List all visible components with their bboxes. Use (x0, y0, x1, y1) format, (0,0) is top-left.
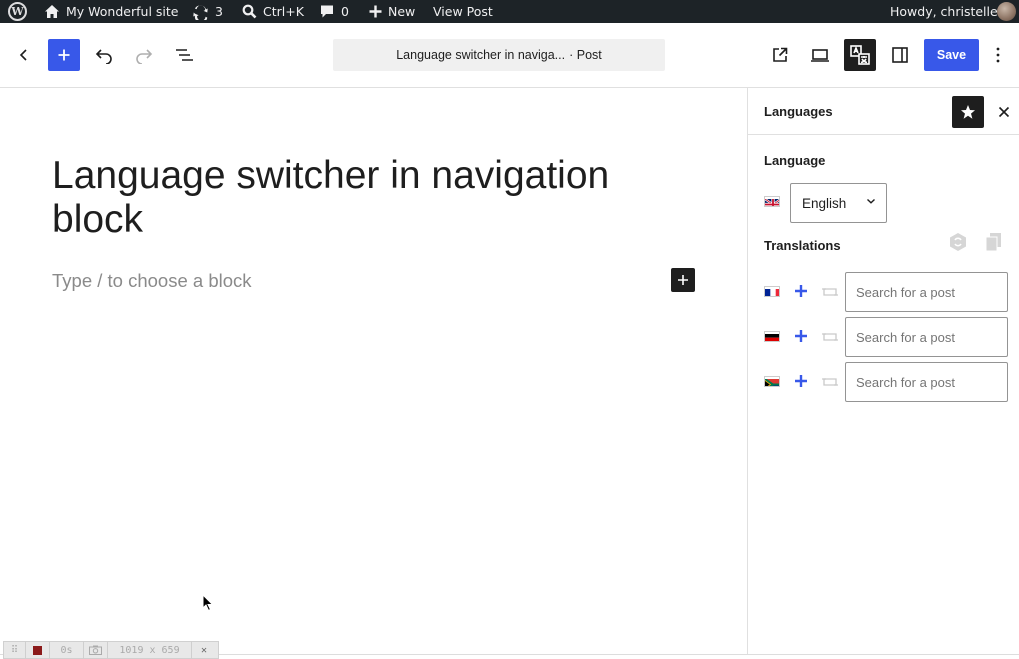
view-post-link[interactable]: View Post (433, 0, 493, 23)
search-shortcut: Ctrl+K (263, 4, 304, 19)
redo-button[interactable] (128, 39, 160, 71)
new-content-link[interactable]: New (369, 0, 415, 23)
plus-icon (58, 49, 70, 61)
block-placeholder[interactable]: Type / to choose a block (52, 270, 252, 292)
translation-search-input-fr[interactable] (845, 272, 1008, 312)
avatar[interactable] (997, 2, 1016, 21)
duplicate-icon[interactable] (985, 232, 1003, 252)
recorder-toolbar: ⠿ 0s 1019 x 659 ✕ (3, 641, 219, 659)
search-icon (242, 4, 257, 19)
sidebar-header: Languages (748, 88, 1019, 135)
synchronize-icon[interactable] (948, 232, 968, 252)
star-icon (961, 105, 975, 119)
redo-icon (136, 49, 153, 64)
user-greeting: Howdy, christelle (890, 4, 998, 19)
german-flag-icon (764, 331, 780, 342)
site-name: My Wonderful site (66, 4, 179, 19)
editor-header: Language switcher in naviga... · Post Sa… (0, 23, 1019, 88)
admin-bar: W My Wonderful site 3 Ctrl+K 0 New View … (0, 0, 1019, 23)
plus-icon (678, 275, 688, 285)
undo-button[interactable] (88, 39, 120, 71)
add-translation-plus-icon[interactable] (793, 373, 809, 389)
back-button[interactable] (8, 39, 40, 71)
desktop-icon (811, 49, 829, 62)
pin-button[interactable] (952, 96, 984, 128)
external-link-icon (773, 47, 788, 62)
wordpress-logo-icon[interactable]: W (8, 2, 27, 21)
view-post-button[interactable] (764, 39, 796, 71)
updates-count: 3 (215, 4, 223, 19)
options-menu-button[interactable] (986, 39, 1010, 71)
languages-panel-button[interactable] (844, 39, 876, 71)
home-icon (45, 5, 59, 18)
sidebar-icon (892, 47, 908, 63)
close-icon (998, 106, 1010, 118)
sidebar-title: Languages (764, 104, 833, 119)
translations-section-label: Translations (764, 238, 841, 253)
camera-icon[interactable] (84, 641, 108, 659)
editor-canvas: Language switcher in navigation block Ty… (0, 88, 747, 640)
updates-icon (193, 5, 208, 20)
add-translation-plus-icon[interactable] (793, 328, 809, 344)
new-label: New (388, 4, 416, 19)
translation-search-input-de[interactable] (845, 317, 1008, 357)
close-sidebar-button[interactable] (992, 96, 1016, 128)
comments-count: 0 (341, 4, 349, 19)
comment-bubble-icon (321, 5, 333, 18)
document-overview-button[interactable] (168, 39, 200, 71)
language-section-label: Language (764, 153, 826, 168)
translate-icon (850, 45, 870, 65)
settings-sidebar-toggle-button[interactable] (884, 39, 916, 71)
save-button[interactable]: Save (924, 39, 979, 71)
comments-link[interactable]: 0 (319, 0, 349, 23)
translation-search-input-za[interactable] (845, 362, 1008, 402)
command-search-link[interactable]: Ctrl+K (242, 0, 304, 23)
stop-record-button[interactable] (26, 641, 50, 659)
add-block-button[interactable] (671, 268, 695, 292)
south-african-flag-icon (764, 376, 780, 387)
language-select[interactable]: English (790, 183, 887, 223)
link-translation-icon[interactable] (821, 330, 839, 344)
add-translation-plus-icon[interactable] (793, 283, 809, 299)
list-view-icon (176, 49, 193, 61)
french-flag-icon (764, 286, 780, 297)
timer: 0s (50, 641, 84, 659)
stop-icon (33, 645, 42, 655)
document-title: Language switcher in naviga... (396, 48, 566, 62)
document-type: · Post (569, 48, 602, 62)
post-title[interactable]: Language switcher in navigation block (52, 154, 692, 242)
block-inserter-toggle-button[interactable] (48, 39, 80, 71)
chevron-left-icon (19, 49, 27, 61)
undo-icon (95, 49, 112, 64)
preview-button[interactable] (804, 39, 836, 71)
plus-icon (369, 5, 382, 18)
site-name-link[interactable]: My Wonderful site (44, 0, 178, 23)
uk-flag-icon (764, 196, 780, 207)
document-title-bar[interactable]: Language switcher in naviga... · Post (333, 39, 665, 71)
dimensions-readout: 1019 x 659 (108, 641, 192, 659)
selected-language: English (802, 195, 847, 211)
chevron-down-icon (867, 198, 875, 204)
updates-link[interactable]: 3 (192, 0, 223, 23)
mouse-cursor-icon (202, 594, 214, 612)
close-icon[interactable]: ✕ (192, 641, 216, 659)
drag-handle-icon[interactable]: ⠿ (4, 641, 26, 659)
view-post-label: View Post (433, 4, 493, 19)
link-translation-icon[interactable] (821, 285, 839, 299)
more-vertical-icon (996, 47, 1000, 63)
user-account-link[interactable]: Howdy, christelle (890, 0, 998, 23)
link-translation-icon[interactable] (821, 375, 839, 389)
languages-sidebar: Languages Language English Translations (747, 88, 1019, 654)
